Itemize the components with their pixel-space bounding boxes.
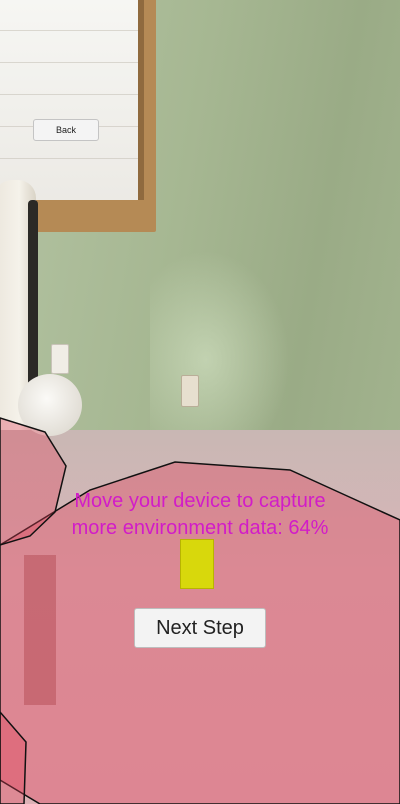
status-line-1: Move your device to capture bbox=[74, 490, 326, 512]
back-button[interactable]: Back bbox=[33, 119, 99, 141]
scan-status-message: Move your device to capture more environ… bbox=[0, 488, 400, 542]
scan-progress-marker bbox=[180, 539, 214, 589]
chair-leg-shadow bbox=[24, 555, 56, 705]
status-line-2: more environment data: 64% bbox=[71, 517, 329, 539]
next-step-button[interactable]: Next Step bbox=[134, 608, 266, 648]
ar-camera-view: Back Move your device to capture more en… bbox=[0, 0, 400, 804]
